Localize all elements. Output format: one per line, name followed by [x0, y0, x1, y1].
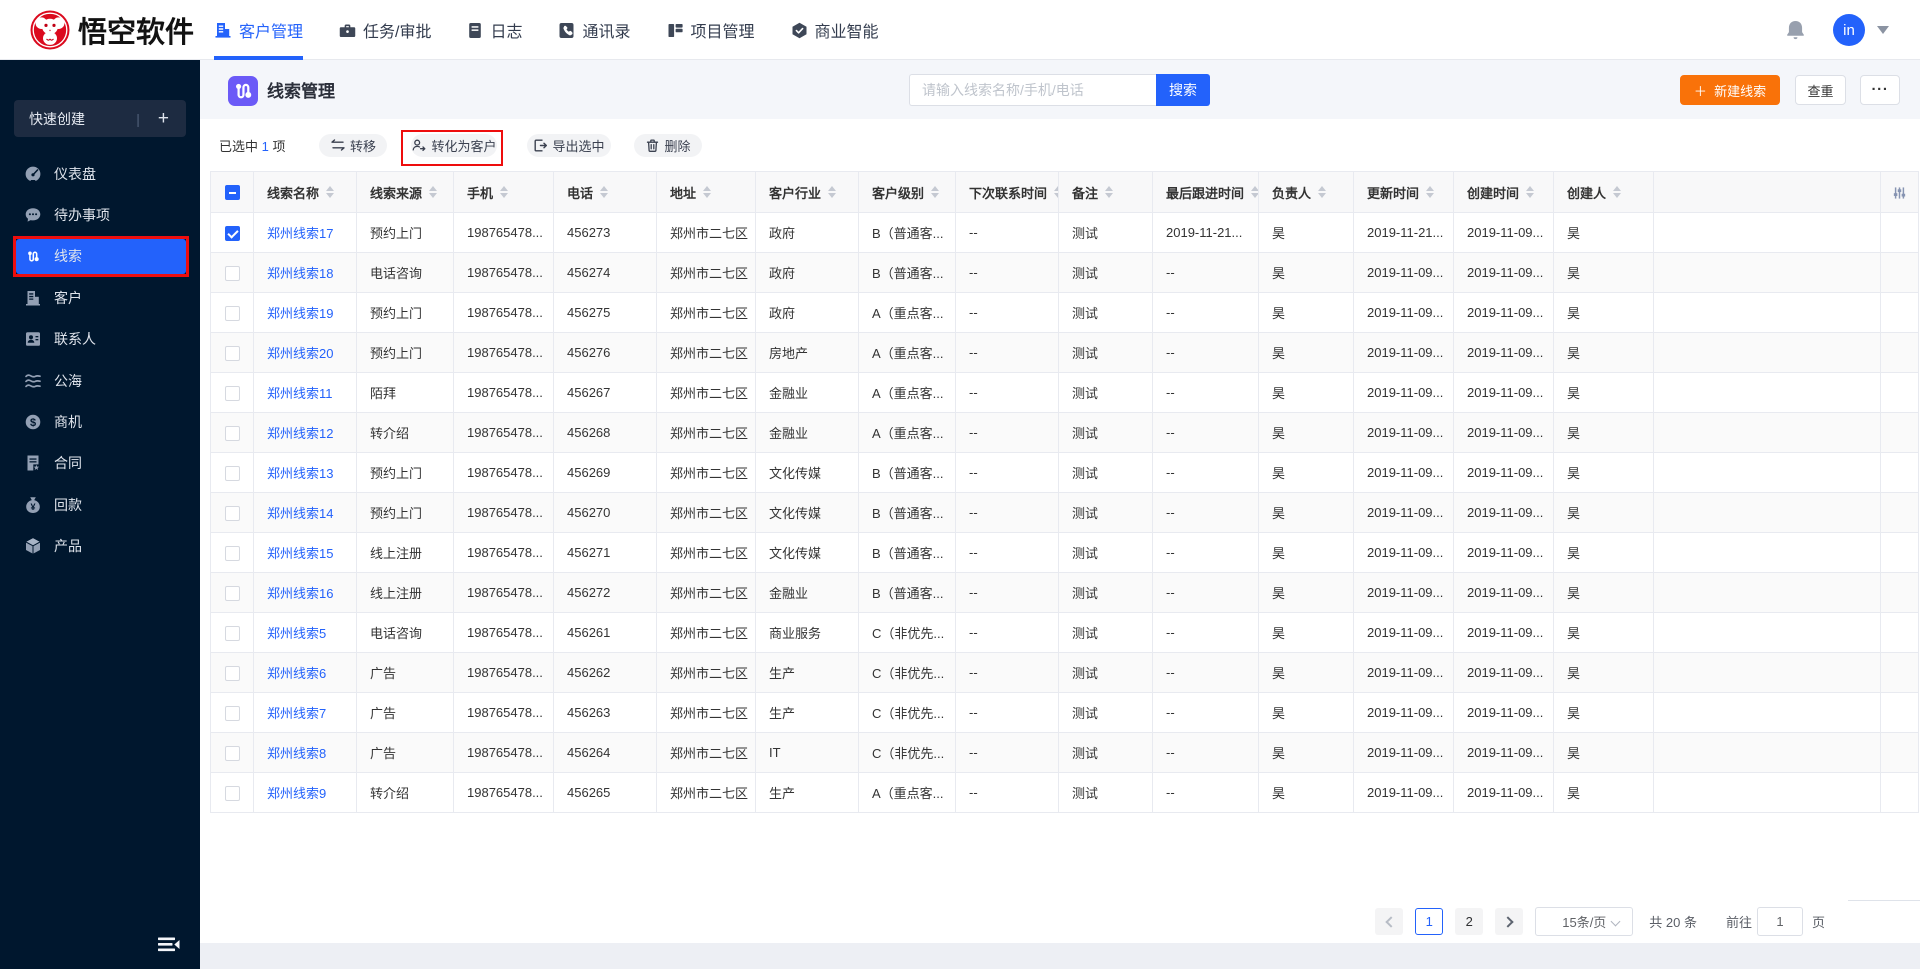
svg-text:¥: ¥: [30, 502, 35, 512]
svg-text:$: $: [30, 417, 36, 429]
